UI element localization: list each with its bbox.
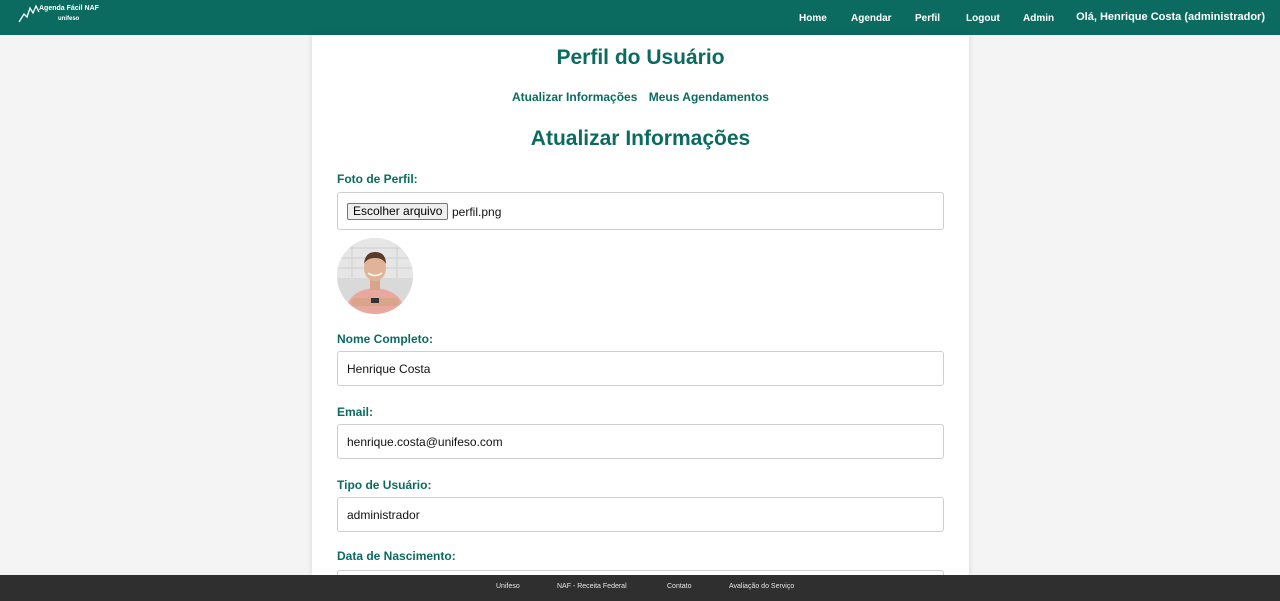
footer-link-contato[interactable]: Contato [667,583,692,590]
profile-card: Perfil do Usuário Atualizar Informações … [312,35,969,601]
user-greeting: Olá, Henrique Costa (administrador) [1076,11,1265,23]
top-navbar: Agenda Fácil NAF unifeso Home Agendar Pe… [0,0,1280,35]
profile-subnav: Atualizar Informações Meus Agendamentos [312,90,969,104]
section-title: Atualizar Informações [530,127,751,150]
profile-photo-image [337,238,413,314]
footer-link-unifeso[interactable]: Unifeso [496,583,520,590]
choose-file-button[interactable]: Escolher arquivo [347,203,449,220]
full-name-input[interactable] [337,351,944,386]
photo-label: Foto de Perfil: [337,172,418,186]
footer: Unifeso NAF - Receita Federal Contato Av… [0,575,1280,601]
subnav-update-info[interactable]: Atualizar Informações [512,90,637,104]
email-input[interactable] [337,424,944,459]
subnav-my-appointments[interactable]: Meus Agendamentos [649,90,769,104]
user-type-input[interactable] [337,497,944,532]
birth-date-label: Data de Nascimento: [337,549,456,563]
avatar [337,238,413,314]
footer-link-avaliacao[interactable]: Avaliação do Serviço [729,583,794,590]
nav-home[interactable]: Home [799,13,827,24]
email-label: Email: [337,405,374,419]
photo-file-input[interactable]: Escolher arquivo perfil.png [337,192,944,230]
nav-admin[interactable]: Admin [1023,13,1054,24]
user-type-label: Tipo de Usuário: [337,478,432,492]
nav-perfil[interactable]: Perfil [915,13,940,24]
nav-logout[interactable]: Logout [966,13,1000,24]
file-name: perfil.png [452,205,502,219]
footer-link-naf[interactable]: NAF - Receita Federal [557,583,627,590]
nav-agendar[interactable]: Agendar [851,13,892,24]
name-label: Nome Completo: [337,332,433,346]
page-title: Perfil do Usuário [556,46,725,69]
